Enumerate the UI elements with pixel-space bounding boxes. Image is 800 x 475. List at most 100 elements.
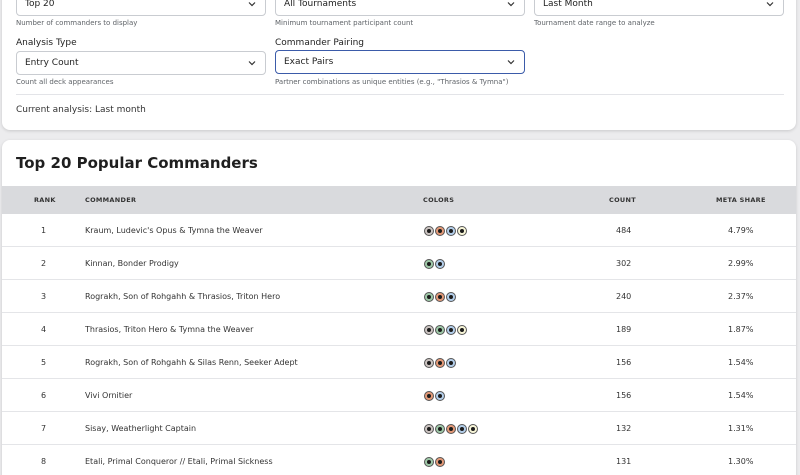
table-row[interactable]: 2 Kinnan, Bonder Prodigy 302 2.99% (2, 247, 796, 280)
analysis-type-value: Entry Count (25, 58, 79, 68)
color-identity-cell (424, 379, 445, 412)
analysis-type-label: Analysis Type (16, 38, 77, 48)
commander-name-cell[interactable]: Rograkh, Son of Rohgahh & Thrasios, Trit… (85, 280, 280, 313)
mana-U-icon (446, 324, 456, 335)
rank-cell: 2 (41, 259, 47, 268)
meta-share-cell: 1.31% (728, 424, 754, 433)
commander-pairing-label: Commander Pairing (275, 38, 365, 48)
count-cell: 131 (616, 457, 632, 466)
count-cell: 484 (616, 226, 632, 235)
table-row[interactable]: 8 Etali, Primal Conqueror // Etali, Prima… (2, 445, 796, 475)
count-cell: 156 (616, 358, 632, 367)
date-range-value: Last Month (543, 0, 593, 9)
rank-cell: 8 (41, 457, 47, 466)
color-identity-cell (424, 346, 456, 379)
meta-share-cell: 1.87% (728, 325, 754, 334)
divider (16, 94, 784, 95)
current-analysis-text: Current analysis: Last month (16, 105, 146, 115)
mana-R-icon (435, 357, 445, 368)
rank-cell: 1 (41, 226, 47, 235)
tournament-size-select[interactable]: All Tournaments (275, 0, 525, 16)
commander-name-cell[interactable]: Kinnan, Bonder Prodigy (85, 247, 179, 280)
filters-card: Top 20 Number of commanders to display A… (2, 0, 796, 130)
mana-W-icon (468, 423, 478, 434)
meta-share-cell: 2.37% (728, 292, 754, 301)
color-identity-cell (424, 214, 467, 247)
top-n-helper: Number of commanders to display (16, 19, 138, 27)
color-identity-cell (424, 412, 478, 445)
commander-name-cell[interactable]: Thrasios, Triton Hero & Tymna the Weaver (85, 313, 253, 346)
mana-W-icon (457, 324, 467, 335)
mana-G-icon (435, 324, 445, 335)
mana-U-icon (435, 258, 445, 269)
rank-cell: 7 (41, 424, 47, 433)
date-range-select[interactable]: Last Month (534, 0, 784, 16)
mana-R-icon (424, 390, 434, 401)
header-count[interactable]: COUNT (609, 186, 636, 214)
commander-pairing-value: Exact Pairs (284, 57, 334, 67)
mana-U-icon (435, 390, 445, 401)
chevron-down-icon (248, 61, 256, 66)
mana-R-icon (435, 456, 445, 467)
mana-U-icon (446, 225, 456, 236)
top-n-value: Top 20 (25, 0, 55, 9)
rank-cell: 5 (41, 358, 47, 367)
mana-G-icon (424, 456, 434, 467)
commander-name-cell[interactable]: Etali, Primal Conqueror // Etali, Primal… (85, 445, 273, 475)
chevron-down-icon (766, 2, 774, 7)
chevron-down-icon (507, 60, 515, 65)
top-n-select[interactable]: Top 20 (16, 0, 266, 16)
table-row[interactable]: 3 Rograkh, Son of Rohgahh & Thrasios, Tri… (2, 280, 796, 313)
commander-name-cell[interactable]: Rograkh, Son of Rohgahh & Silas Renn, Se… (85, 346, 298, 379)
meta-share-cell: 1.54% (728, 391, 754, 400)
commander-pairing-helper: Partner combinations as unique entities … (275, 78, 509, 86)
mana-W-icon (457, 225, 467, 236)
count-cell: 156 (616, 391, 632, 400)
meta-share-cell: 2.99% (728, 259, 754, 268)
mana-U-icon (457, 423, 467, 434)
mana-G-icon (424, 258, 434, 269)
mana-U-icon (446, 357, 456, 368)
count-cell: 240 (616, 292, 632, 301)
rank-cell: 6 (41, 391, 47, 400)
header-colors: COLORS (423, 196, 455, 204)
table-row[interactable]: 6 Vivi Ornitier 156 1.54% (2, 379, 796, 412)
mana-G-icon (435, 423, 445, 434)
table-row[interactable]: 7 Sisay, Weatherlight Captain 132 1.31% (2, 412, 796, 445)
mana-U-icon (446, 291, 456, 302)
table-title: Top 20 Popular Commanders (16, 154, 258, 172)
chevron-down-icon (248, 2, 256, 7)
mana-B-icon (424, 225, 434, 236)
color-identity-cell (424, 247, 445, 280)
chevron-down-icon (507, 2, 515, 7)
analysis-type-select[interactable]: Entry Count (16, 51, 266, 75)
header-rank[interactable]: RANK (34, 186, 56, 214)
table-row[interactable]: 1 Kraum, Ludevic's Opus & Tymna the Weave… (2, 214, 796, 247)
mana-B-icon (424, 324, 434, 335)
date-range-helper: Tournament date range to analyze (534, 19, 655, 27)
tournament-size-value: All Tournaments (284, 0, 357, 9)
header-meta-share[interactable]: META SHARE (716, 186, 766, 214)
rank-cell: 3 (41, 292, 47, 301)
table-header: RANK COMMANDER COLORS COUNT META SHARE (2, 186, 796, 214)
mana-R-icon (435, 225, 445, 236)
analysis-type-helper: Count all deck appearances (16, 78, 114, 86)
color-identity-cell (424, 445, 445, 475)
meta-share-cell: 1.30% (728, 457, 754, 466)
header-commander[interactable]: COMMANDER (85, 186, 136, 214)
color-identity-cell (424, 280, 456, 313)
meta-share-cell: 1.54% (728, 358, 754, 367)
commander-name-cell[interactable]: Sisay, Weatherlight Captain (85, 412, 196, 445)
mana-R-icon (446, 423, 456, 434)
mana-B-icon (424, 423, 434, 434)
count-cell: 189 (616, 325, 632, 334)
mana-R-icon (435, 291, 445, 302)
table-row[interactable]: 5 Rograkh, Son of Rohgahh & Silas Renn, S… (2, 346, 796, 379)
count-cell: 132 (616, 424, 632, 433)
commander-name-cell[interactable]: Kraum, Ludevic's Opus & Tymna the Weaver (85, 214, 263, 247)
commander-name-cell[interactable]: Vivi Ornitier (85, 379, 132, 412)
rank-cell: 4 (41, 325, 47, 334)
commander-pairing-select[interactable]: Exact Pairs (275, 50, 525, 74)
mana-B-icon (424, 357, 434, 368)
table-row[interactable]: 4 Thrasios, Triton Hero & Tymna the Weave… (2, 313, 796, 346)
